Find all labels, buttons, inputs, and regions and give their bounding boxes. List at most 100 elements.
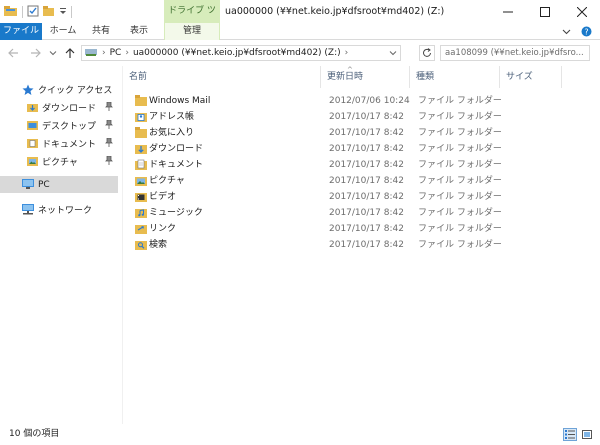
- file-date: 2017/10/17 8:42: [329, 192, 404, 202]
- breadcrumb-sep-icon[interactable]: ›: [345, 48, 349, 58]
- nav-item-desktop-label: デスクトップ: [42, 122, 97, 132]
- nav-item-documents[interactable]: ドキュメント: [0, 135, 118, 152]
- list-item[interactable]: ビデオ 2017/10/17 8:42 ファイル フォルダー: [133, 189, 573, 205]
- file-date: 2017/10/17 8:42: [329, 160, 404, 170]
- file-name: ダウンロード: [149, 144, 204, 154]
- column-header-size[interactable]: サイズ: [500, 66, 562, 88]
- column-header-modified[interactable]: 更新日時: [321, 66, 410, 88]
- list-item[interactable]: アドレス帳 2017/10/17 8:42 ファイル フォルダー: [133, 109, 573, 125]
- list-item[interactable]: ドキュメント 2017/10/17 8:42 ファイル フォルダー: [133, 157, 573, 173]
- pane-splitter[interactable]: [122, 66, 123, 424]
- file-type: ファイル フォルダー: [418, 192, 502, 202]
- pictures-icon: [26, 156, 38, 168]
- item-count: 10 個の項目: [9, 429, 60, 439]
- new-folder-icon[interactable]: [43, 5, 55, 20]
- title-bar: ドライブ ツール ua000000 (¥¥net.keio.jp¥dfsroot…: [0, 0, 600, 39]
- list-item[interactable]: 検索 2017/10/17 8:42 ファイル フォルダー: [133, 237, 573, 253]
- file-name: Windows Mail: [149, 96, 211, 106]
- desktop-icon: [26, 120, 38, 132]
- list-item[interactable]: ピクチャ 2017/10/17 8:42 ファイル フォルダー: [133, 173, 573, 189]
- pin-icon[interactable]: [105, 101, 113, 114]
- nav-item-desktop[interactable]: デスクトップ: [0, 117, 118, 134]
- pin-icon[interactable]: [105, 155, 113, 168]
- file-date: 2017/10/17 8:42: [329, 240, 404, 250]
- customize-qat-icon[interactable]: [59, 6, 67, 19]
- list-item[interactable]: ミュージック 2017/10/17 8:42 ファイル フォルダー: [133, 205, 573, 221]
- expand-ribbon-icon[interactable]: [562, 27, 571, 39]
- file-type: ファイル フォルダー: [418, 128, 502, 138]
- minimize-icon: [502, 11, 513, 12]
- close-button[interactable]: [563, 0, 600, 23]
- file-type: ファイル フォルダー: [418, 112, 502, 122]
- forward-button[interactable]: [28, 46, 42, 60]
- help-icon[interactable]: ?: [581, 26, 592, 40]
- star-icon: [22, 84, 34, 96]
- download-icon: [135, 143, 147, 154]
- tab-view[interactable]: 表示: [124, 23, 154, 40]
- column-header-type[interactable]: 種類: [410, 66, 500, 88]
- address-dropdown-icon[interactable]: [389, 49, 397, 60]
- file-name: お気に入り: [149, 128, 195, 138]
- favorites-icon: [135, 127, 147, 138]
- explorer-app-icon[interactable]: [4, 5, 18, 20]
- breadcrumb-pc[interactable]: PC: [110, 48, 122, 58]
- network-icon: [22, 204, 34, 216]
- tab-home[interactable]: ホーム: [48, 23, 78, 40]
- contacts-icon: [135, 111, 147, 122]
- nav-quick-access[interactable]: クイック アクセス: [0, 81, 118, 98]
- list-item[interactable]: ダウンロード 2017/10/17 8:42 ファイル フォルダー: [133, 141, 573, 157]
- nav-item-pictures[interactable]: ピクチャ: [0, 153, 118, 170]
- search-folder-icon: [135, 239, 147, 250]
- column-header-row: ^ 名前 更新日時 種類 サイズ: [123, 66, 600, 88]
- up-button[interactable]: [63, 46, 77, 60]
- view-switcher: [563, 428, 594, 441]
- maximize-button[interactable]: [526, 0, 563, 23]
- back-arrow-icon: [7, 48, 18, 58]
- status-bar: 10 個の項目: [0, 424, 600, 445]
- tab-manage[interactable]: 管理: [164, 23, 220, 40]
- file-date: 2017/10/17 8:42: [329, 224, 404, 234]
- large-icons-view-icon: [582, 430, 592, 439]
- nav-item-network-label: ネットワーク: [38, 206, 93, 216]
- close-icon: [576, 6, 587, 17]
- list-item[interactable]: お気に入り 2017/10/17 8:42 ファイル フォルダー: [133, 125, 573, 141]
- tab-file[interactable]: ファイル: [0, 23, 42, 40]
- pin-icon[interactable]: [105, 119, 113, 132]
- column-header-name[interactable]: 名前: [123, 66, 321, 88]
- qat-separator-2: [71, 6, 72, 18]
- back-button[interactable]: [6, 46, 20, 60]
- file-name: ドキュメント: [149, 160, 204, 170]
- refresh-icon: [423, 48, 431, 57]
- minimize-button[interactable]: [489, 0, 526, 23]
- pin-icon[interactable]: [105, 137, 113, 150]
- nav-item-pc[interactable]: PC: [0, 176, 118, 193]
- window-controls: [489, 0, 600, 23]
- file-date: 2017/10/17 8:42: [329, 144, 404, 154]
- file-name: ビデオ: [149, 192, 177, 202]
- file-name: ミュージック: [149, 208, 203, 218]
- breadcrumb-sep-icon[interactable]: ›: [102, 48, 106, 58]
- list-item[interactable]: リンク 2017/10/17 8:42 ファイル フォルダー: [133, 221, 573, 237]
- breadcrumb-drive[interactable]: ua000000 (¥¥net.keio.jp¥dfsroot¥md402) (…: [133, 48, 341, 58]
- nav-item-network[interactable]: ネットワーク: [0, 201, 118, 218]
- breadcrumb-sep-icon[interactable]: ›: [125, 48, 129, 58]
- refresh-button[interactable]: [419, 45, 435, 61]
- recent-locations-button[interactable]: [46, 46, 60, 60]
- links-icon: [135, 223, 147, 234]
- large-icons-view-button[interactable]: [580, 428, 594, 441]
- tab-share[interactable]: 共有: [86, 23, 116, 40]
- search-input[interactable]: aa108099 (¥¥net.keio.jp¥dfsro...: [440, 45, 590, 61]
- documents-icon: [135, 159, 147, 170]
- drive-icon: [85, 47, 98, 60]
- quick-access-toolbar: [4, 5, 72, 19]
- list-item[interactable]: Windows Mail 2012/07/06 10:24 ファイル フォルダー: [133, 93, 573, 109]
- details-view-button[interactable]: [563, 428, 577, 441]
- file-date: 2017/10/17 8:42: [329, 128, 404, 138]
- file-date: 2017/10/17 8:42: [329, 208, 404, 218]
- address-bar[interactable]: › PC › ua000000 (¥¥net.keio.jp¥dfsroot¥m…: [81, 45, 401, 61]
- file-date: 2017/10/17 8:42: [329, 112, 404, 122]
- nav-item-pictures-label: ピクチャ: [42, 158, 78, 168]
- nav-item-downloads[interactable]: ダウンロード: [0, 99, 118, 116]
- properties-icon[interactable]: [27, 5, 39, 20]
- nav-item-downloads-label: ダウンロード: [42, 104, 97, 114]
